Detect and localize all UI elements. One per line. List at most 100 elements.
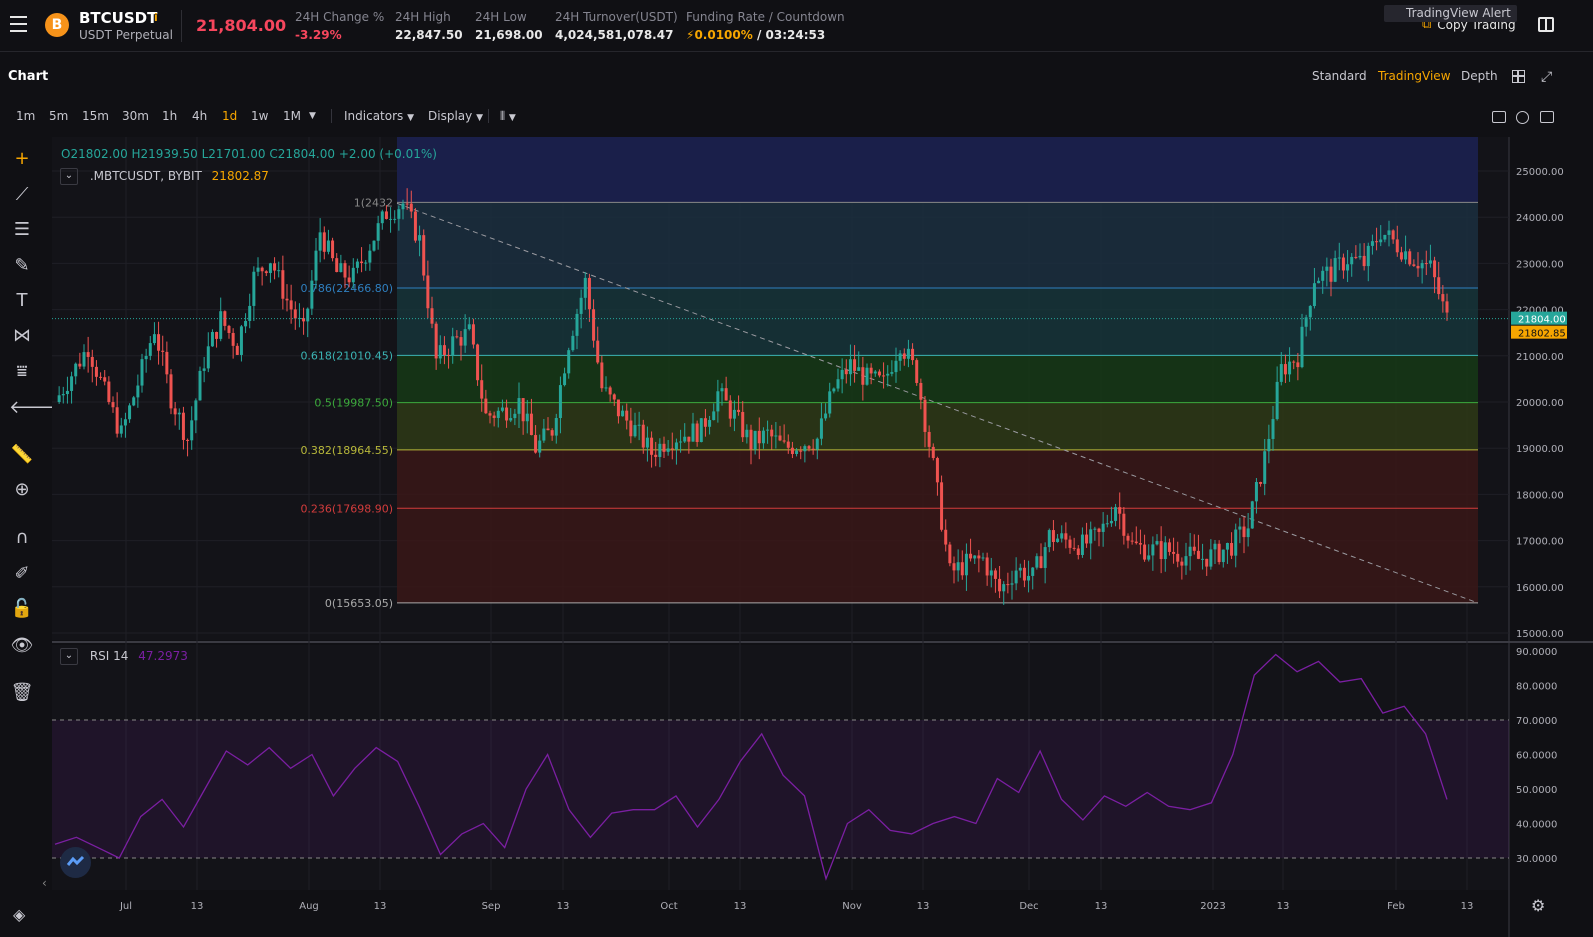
layers-icon[interactable]: ◈ bbox=[13, 905, 25, 924]
candle-body bbox=[405, 203, 409, 205]
candle-body bbox=[397, 209, 401, 219]
candle-body bbox=[418, 235, 422, 241]
zoom-in-icon[interactable]: ⊕ bbox=[9, 478, 35, 502]
chevron-down-icon: ▼ bbox=[508, 113, 516, 123]
candle-body bbox=[401, 203, 405, 210]
candle-body bbox=[902, 353, 906, 359]
candle-body bbox=[1399, 252, 1403, 260]
fullscreen-icon[interactable] bbox=[1540, 111, 1554, 123]
candle-body bbox=[447, 354, 451, 356]
candle-body bbox=[1159, 541, 1163, 560]
candle-body bbox=[1325, 266, 1329, 271]
candle-body bbox=[931, 446, 935, 459]
candle-body bbox=[376, 223, 380, 241]
chevron-down-icon[interactable]: ⌄ bbox=[60, 168, 78, 185]
trend-line-icon[interactable]: ⟋ bbox=[9, 183, 35, 207]
expand-icon[interactable]: ⤢ bbox=[1541, 69, 1552, 85]
candle-body bbox=[1163, 542, 1167, 560]
layout-grid-icon[interactable] bbox=[1512, 70, 1525, 83]
unlock-icon[interactable]: 🔓 bbox=[9, 597, 35, 621]
back-arrow-icon[interactable]: 🡐 bbox=[9, 396, 57, 420]
candle-body bbox=[592, 309, 596, 341]
fib-lines-icon[interactable]: ☰ bbox=[9, 218, 35, 242]
display-button[interactable]: Display ▼ bbox=[428, 109, 483, 123]
candle-body bbox=[1080, 534, 1084, 556]
menu-icon[interactable] bbox=[10, 16, 27, 32]
candle-body bbox=[227, 325, 231, 333]
timeframe-5m[interactable]: 5m bbox=[49, 109, 68, 123]
last-price-tag bbox=[1511, 311, 1567, 325]
timeframe-4h[interactable]: 4h bbox=[192, 109, 207, 123]
timeframe-1d[interactable]: 1d bbox=[222, 109, 237, 123]
crosshair-icon[interactable]: + bbox=[9, 147, 35, 171]
candle-body bbox=[1246, 528, 1250, 538]
candle-body bbox=[650, 437, 654, 455]
timeframe-1m[interactable]: 1m bbox=[16, 109, 35, 123]
indicators-button[interactable]: Indicators ▼ bbox=[344, 109, 414, 123]
candle-body bbox=[459, 337, 463, 346]
candle-body bbox=[1292, 361, 1296, 363]
candle-body bbox=[455, 336, 459, 338]
info-icon[interactable]: i bbox=[154, 11, 163, 24]
candle-body bbox=[1192, 546, 1196, 551]
text-icon[interactable]: T bbox=[9, 289, 35, 313]
price-tick-label: 25000.00 bbox=[1516, 167, 1564, 178]
lock-drawing-icon[interactable]: ✐ bbox=[9, 562, 35, 586]
candle-body bbox=[1437, 277, 1441, 295]
eye-icon[interactable]: 👁 bbox=[9, 634, 35, 658]
timeframe-30m[interactable]: 30m bbox=[122, 109, 149, 123]
collapse-icon[interactable]: ‹ bbox=[42, 876, 47, 890]
candle-body bbox=[99, 376, 103, 378]
ruler-icon[interactable]: 📏 bbox=[9, 443, 35, 467]
symbol-name[interactable]: BTCUSDT bbox=[79, 9, 157, 27]
candle-body bbox=[799, 450, 803, 452]
candle-body bbox=[633, 425, 637, 437]
divider bbox=[331, 109, 332, 123]
candle-body bbox=[103, 377, 107, 382]
candle-body bbox=[1138, 543, 1142, 545]
time-tick-label: 13 bbox=[374, 901, 387, 912]
tradingview-logo-icon[interactable] bbox=[60, 847, 91, 878]
candle-body bbox=[658, 443, 662, 457]
tab-standard[interactable]: Standard bbox=[1312, 69, 1367, 83]
trash-icon[interactable]: 🗑 bbox=[9, 681, 35, 705]
candle-body bbox=[554, 418, 558, 436]
candle-body bbox=[235, 345, 239, 355]
time-tick-label: Feb bbox=[1387, 901, 1405, 912]
camera-icon[interactable] bbox=[1492, 111, 1506, 123]
candle-body bbox=[923, 399, 927, 432]
candle-body bbox=[1147, 555, 1151, 560]
candle-body bbox=[546, 428, 550, 431]
candle-body bbox=[1230, 542, 1234, 556]
measure-lines-icon[interactable]: ⩸ bbox=[9, 360, 35, 384]
pattern-icon[interactable]: ⋈ bbox=[9, 324, 35, 348]
candle-body bbox=[505, 407, 509, 421]
timeframe-dropdown-icon[interactable]: ▼ bbox=[309, 111, 316, 121]
candle-body bbox=[1225, 542, 1229, 550]
brush-icon[interactable]: ✎ bbox=[9, 254, 35, 278]
candle-body bbox=[318, 232, 322, 251]
tab-depth[interactable]: Depth bbox=[1461, 69, 1498, 83]
book-icon[interactable] bbox=[1538, 17, 1554, 32]
gear-icon[interactable]: ⚙ bbox=[1531, 896, 1545, 915]
candle-body bbox=[1209, 549, 1213, 567]
chevron-down-icon[interactable]: ⌄ bbox=[60, 648, 78, 665]
settings-icon[interactable] bbox=[1516, 111, 1529, 124]
magnet-icon[interactable]: ∩ bbox=[9, 526, 35, 550]
chart-type-button[interactable]: ⫴ ▼ bbox=[500, 109, 516, 124]
tab-tradingview[interactable]: TradingView bbox=[1378, 69, 1451, 83]
timeframe-1M[interactable]: 1M bbox=[283, 109, 301, 123]
timeframe-1h[interactable]: 1h bbox=[162, 109, 177, 123]
rsi-value: 47.2973 bbox=[138, 649, 188, 663]
chart-canvas[interactable]: 1(2432 0.786(22466.80) 0.618(21010.45) 0.5(… bbox=[0, 0, 1593, 937]
candle-body bbox=[1072, 547, 1076, 549]
candle-body bbox=[480, 380, 484, 399]
timeframe-1w[interactable]: 1w bbox=[251, 109, 268, 123]
tradingview-alert-button[interactable]: TradingView Alert bbox=[1384, 5, 1517, 22]
candle-body bbox=[219, 311, 223, 339]
candle-body bbox=[115, 407, 119, 434]
chart-title: Chart bbox=[8, 69, 49, 84]
timeframe-15m[interactable]: 15m bbox=[82, 109, 109, 123]
candle-body bbox=[181, 412, 185, 440]
candle-body bbox=[1250, 501, 1254, 529]
